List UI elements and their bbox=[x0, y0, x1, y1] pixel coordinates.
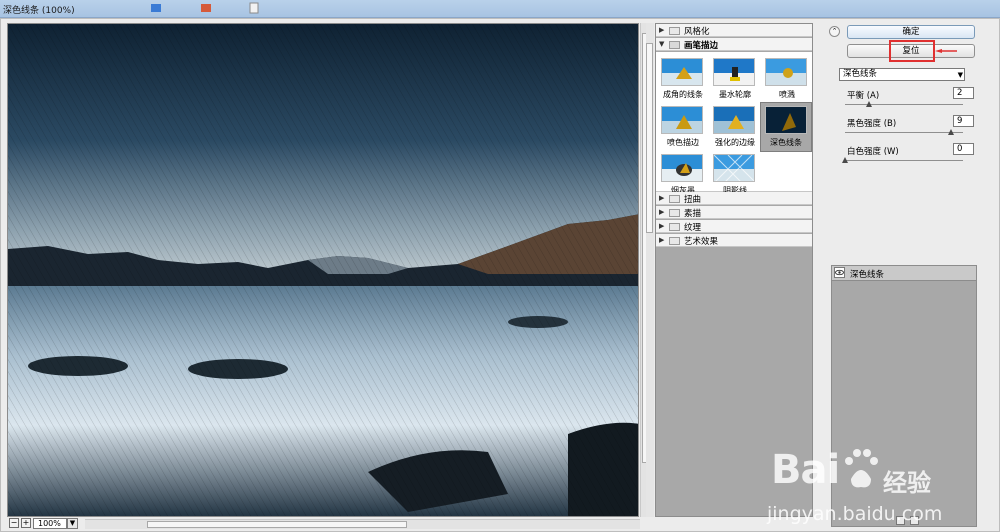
filter-thumbnail-image bbox=[713, 58, 755, 86]
folder-open-icon bbox=[669, 41, 680, 49]
filter-thumbnail-image bbox=[661, 106, 703, 134]
filter-thumb-ink-outlines[interactable]: 墨水轮廓 bbox=[710, 56, 760, 104]
zoom-in-button[interactable]: + bbox=[21, 518, 31, 528]
filter-thumbnail-image bbox=[661, 58, 703, 86]
filter-select-dropdown[interactable]: 深色线条 ▼ bbox=[839, 68, 965, 81]
filter-thumbnail-image bbox=[765, 58, 807, 86]
eye-icon[interactable] bbox=[834, 267, 845, 278]
param-white-intensity-input[interactable]: 0 bbox=[953, 143, 974, 155]
filter-label: 喷溅 bbox=[779, 90, 795, 99]
expand-arrow-icon[interactable]: ▶ bbox=[659, 194, 664, 202]
annotation-arrow-icon bbox=[935, 49, 957, 53]
collapse-arrow-icon[interactable]: ▼ bbox=[659, 40, 664, 48]
filter-settings-panel: 深色线条 ▼ 平衡 (A) 2 黑色强度 (B) 9 白色强度 (W) 0 bbox=[837, 65, 977, 251]
preview-image bbox=[8, 24, 638, 516]
paw-icon bbox=[845, 449, 878, 488]
param-label: 平衡 (A) bbox=[847, 91, 880, 101]
filter-label: 墨水轮廓 bbox=[719, 90, 751, 99]
zoom-dropdown-button[interactable]: ▼ bbox=[67, 518, 78, 529]
category-sketch[interactable]: ▶ 素描 bbox=[656, 206, 812, 219]
expand-arrow-icon[interactable]: ▶ bbox=[659, 208, 664, 216]
effect-layer-row[interactable]: 深色线条 bbox=[832, 266, 976, 281]
filter-label: 深色线条 bbox=[770, 138, 802, 147]
watermark-brand: Bai bbox=[771, 447, 840, 493]
category-stylize[interactable]: ▶ 风格化 bbox=[656, 24, 812, 37]
param-white-intensity: 白色强度 (W) 0 bbox=[842, 143, 975, 169]
filter-thumbnail-grid: 成角的线条 墨水轮廓 喷溅 喷色描边 强化的边缘 深色线条 烟灰墨 阴影线 bbox=[656, 52, 812, 195]
slider-track[interactable] bbox=[845, 104, 963, 105]
slider-track[interactable] bbox=[845, 132, 963, 133]
category-artistic[interactable]: ▶ 艺术效果 bbox=[656, 234, 812, 247]
expand-arrow-icon[interactable]: ▶ bbox=[659, 222, 664, 230]
folder-icon bbox=[669, 209, 680, 217]
scrollbar-thumb[interactable] bbox=[147, 521, 407, 528]
category-label: 扭曲 bbox=[684, 195, 702, 205]
category-texture[interactable]: ▶ 纹理 bbox=[656, 220, 812, 233]
preview-horizontal-scrollbar[interactable] bbox=[85, 519, 640, 529]
filter-label: 成角的线条 bbox=[663, 90, 703, 99]
folder-icon bbox=[669, 27, 680, 35]
slider-knob[interactable] bbox=[948, 129, 955, 135]
taskbar-app-icon bbox=[201, 4, 211, 12]
folder-icon bbox=[669, 223, 680, 231]
category-label: 素描 bbox=[684, 209, 702, 219]
window-title: 深色线条 (100%) bbox=[3, 6, 75, 16]
category-label: 画笔描边 bbox=[684, 41, 719, 51]
filter-thumbnail-image bbox=[765, 106, 807, 134]
filter-thumb-accented-edges[interactable]: 成角的线条 bbox=[658, 56, 708, 104]
taskbar-app-icon bbox=[249, 2, 259, 14]
filter-label: 喷色描边 bbox=[667, 138, 699, 147]
filter-thumb-spatter[interactable]: 喷溅 bbox=[762, 56, 812, 104]
filter-thumb-accented-edges-strong[interactable]: 强化的边缘 bbox=[710, 104, 760, 152]
gallery-scrollbar[interactable] bbox=[646, 23, 654, 517]
preview-canvas[interactable] bbox=[7, 23, 639, 517]
folder-icon bbox=[669, 195, 680, 203]
watermark-url: jingyan.baidu.com bbox=[767, 503, 943, 525]
zoom-level-field[interactable]: 100% bbox=[33, 518, 67, 529]
expand-arrow-icon[interactable]: ▶ bbox=[659, 236, 664, 244]
category-label: 风格化 bbox=[684, 27, 710, 37]
filter-label: 强化的边缘 bbox=[715, 138, 755, 147]
param-black-intensity: 黑色强度 (B) 9 bbox=[845, 115, 975, 141]
expand-arrow-icon[interactable]: ▶ bbox=[659, 26, 664, 34]
scrollbar-thumb[interactable] bbox=[646, 43, 653, 233]
filter-thumbnail-image bbox=[713, 154, 755, 182]
collapse-gallery-icon[interactable]: ⌃ bbox=[829, 26, 840, 37]
chevron-down-icon: ▼ bbox=[957, 71, 963, 79]
param-label: 黑色强度 (B) bbox=[847, 119, 897, 129]
param-label: 白色强度 (W) bbox=[847, 147, 899, 157]
filter-gallery-dialog: − + 100% ▼ ▶ 风格化 ▼ 画笔描边 成角的线条 墨水轮廓 喷溅 喷色… bbox=[0, 18, 1000, 532]
baidu-watermark: Bai 经验 jingyan.baidu.com bbox=[767, 447, 991, 532]
folder-icon bbox=[669, 237, 680, 245]
slider-knob[interactable] bbox=[865, 101, 872, 107]
filter-thumb-dark-strokes[interactable]: 深色线条 bbox=[760, 102, 812, 152]
filter-thumbnail-image bbox=[713, 106, 755, 134]
effect-layer-name: 深色线条 bbox=[850, 270, 885, 280]
param-balance: 平衡 (A) 2 bbox=[845, 87, 975, 113]
filter-gallery: ▶ 风格化 ▼ 画笔描边 成角的线条 墨水轮廓 喷溅 喷色描边 强化的边缘 深色… bbox=[655, 23, 813, 517]
annotation-highlight-box bbox=[889, 40, 935, 62]
filter-thumbnail-image bbox=[661, 154, 703, 182]
slider-knob[interactable] bbox=[842, 157, 848, 163]
filter-thumb-sprayed-strokes[interactable]: 喷色描边 bbox=[658, 104, 708, 152]
category-distort[interactable]: ▶ 扭曲 bbox=[656, 192, 812, 205]
slider-track[interactable] bbox=[845, 160, 963, 161]
category-label: 艺术效果 bbox=[684, 237, 719, 247]
category-label: 纹理 bbox=[684, 223, 702, 233]
ok-button[interactable]: 确定 bbox=[847, 25, 975, 39]
category-brush-strokes[interactable]: ▼ 画笔描边 bbox=[656, 38, 812, 51]
zoom-out-button[interactable]: − bbox=[9, 518, 19, 528]
filter-select-value: 深色线条 bbox=[843, 69, 878, 79]
taskbar-app-icon bbox=[151, 4, 161, 12]
param-balance-input[interactable]: 2 bbox=[953, 87, 974, 99]
watermark-suffix: 经验 bbox=[883, 469, 931, 497]
param-black-intensity-input[interactable]: 9 bbox=[953, 115, 974, 127]
window-titlebar: 深色线条 (100%) bbox=[0, 0, 1000, 18]
